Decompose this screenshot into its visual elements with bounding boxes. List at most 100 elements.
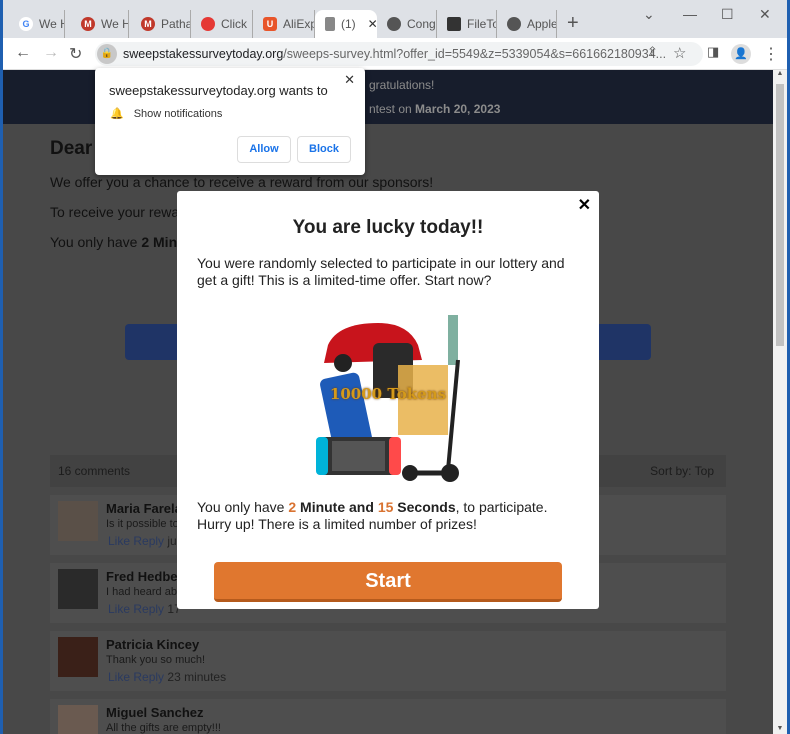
tab-label: AliExp	[283, 17, 315, 31]
back-arrow-icon[interactable]: ←	[15, 44, 31, 62]
aliexpress-icon: U	[263, 17, 277, 31]
comment-meta: Like Reply 23 minutes	[108, 670, 226, 684]
prompt-close-icon[interactable]: ✕	[344, 72, 355, 88]
url-bar[interactable]: 🔒 sweepstakessurveytoday.org/sweeps-surve…	[95, 42, 703, 66]
m-icon: M	[141, 17, 155, 31]
comment-author: Patricia Kincey	[106, 637, 200, 652]
bookmark-star-icon[interactable]: ☆	[673, 44, 686, 62]
reply-link[interactable]: Reply	[133, 670, 164, 684]
file-icon	[447, 17, 461, 31]
prompt-permission: 🔔 Show notifications	[110, 107, 222, 120]
tab-6-active[interactable]: (1) ✕	[315, 10, 377, 38]
avatar	[58, 637, 98, 677]
reply-link[interactable]: Reply	[133, 602, 164, 616]
comment-author: Maria Farela	[106, 501, 182, 516]
reply-link[interactable]: Reply	[133, 534, 164, 548]
new-tab-plus-icon[interactable]: +	[567, 12, 579, 35]
modal-close-icon[interactable]: ✕	[578, 195, 591, 215]
close-window-icon[interactable]: ✕	[759, 6, 771, 23]
scrollbar-thumb[interactable]	[776, 84, 784, 346]
bell-icon: 🔔	[110, 108, 124, 120]
tab-label: (1)	[341, 17, 356, 31]
sort-label: Sort by:	[650, 464, 692, 478]
tab-close-icon[interactable]: ✕	[368, 17, 377, 31]
prompt-title: sweepstakessurveytoday.org wants to	[109, 83, 328, 98]
header-congratulations: gratulations!	[369, 78, 435, 92]
tab-2[interactable]: M We H	[71, 10, 129, 38]
like-link[interactable]: Like	[108, 534, 130, 548]
forward-arrow-icon[interactable]: →	[43, 44, 59, 62]
avatar	[58, 705, 98, 734]
comments-count: 16 comments	[58, 464, 131, 478]
countdown-suffix: , to participate.	[455, 499, 548, 515]
tab-label: We H	[39, 17, 64, 31]
globe-icon	[387, 17, 401, 31]
sort-value: Top	[694, 464, 714, 478]
tab-label: Patha	[161, 17, 191, 31]
scrollbar[interactable]: ▲ ▼	[773, 70, 787, 734]
sort-control[interactable]: Sort by: Top	[650, 464, 714, 478]
comment-author: Fred Hedbe	[106, 569, 178, 584]
comment-text: I had heard ab	[106, 586, 177, 598]
scroll-down-icon[interactable]: ▼	[773, 725, 787, 732]
tab-3[interactable]: M Patha	[131, 10, 191, 38]
permission-label: Show notifications	[133, 108, 223, 120]
comment-text: Is it possible to	[106, 518, 179, 530]
tab-label: Apple	[527, 17, 557, 31]
allow-button[interactable]: Allow	[237, 136, 291, 163]
countdown-text: You only have 2 Minute and 15 Seconds, t…	[177, 499, 599, 533]
like-link[interactable]: Like	[108, 670, 130, 684]
comment-meta: Like Reply ju	[108, 534, 177, 548]
google-icon: G	[19, 17, 33, 31]
m-icon: M	[81, 17, 95, 31]
profile-avatar-icon[interactable]: 👤	[731, 44, 751, 64]
tab-7[interactable]: Cong	[377, 10, 437, 38]
address-toolbar: ← → ↻ 🔒 sweepstakessurveytoday.org/sweeps…	[3, 38, 787, 70]
scroll-up-icon[interactable]: ▲	[773, 70, 787, 77]
tokens-label: 10000 Tokens	[329, 385, 447, 403]
document-icon	[325, 17, 335, 31]
minimize-icon[interactable]: —	[683, 6, 697, 22]
tab-9[interactable]: Apple	[497, 10, 557, 38]
tab-label: FileTo	[467, 17, 497, 31]
maximize-icon[interactable]: ☐	[721, 6, 734, 23]
countdown-seconds-label: Seconds	[393, 499, 456, 515]
tab-1[interactable]: G We H	[9, 10, 65, 38]
url-path: /sweeps-survey.html?offer_id=5549&z=5339…	[283, 47, 667, 61]
comment-time: 23 minutes	[167, 670, 227, 684]
avatar	[58, 501, 98, 541]
block-button[interactable]: Block	[297, 136, 351, 163]
lock-icon[interactable]: 🔒	[97, 44, 117, 64]
notification-permission-prompt: ✕ sweepstakessurveytoday.org wants to 🔔 S…	[95, 68, 365, 175]
reload-icon[interactable]: ↻	[69, 44, 82, 64]
tab-8[interactable]: FileTo	[437, 10, 497, 38]
prize-image: 10000 Tokens	[298, 305, 478, 485]
avatar	[58, 569, 98, 609]
globe-icon	[507, 17, 521, 31]
countdown-minute-label: Minute and	[296, 499, 378, 515]
share-icon[interactable]: ⇪	[647, 44, 658, 60]
countdown-seconds: 15	[377, 499, 394, 515]
url-domain: sweepstakessurveytoday.org	[123, 47, 284, 61]
tab-4[interactable]: Click	[191, 10, 253, 38]
offer-text: We offer you a chance to receive a rewar…	[50, 174, 434, 190]
timer-prefix: You only have	[50, 234, 142, 250]
menu-dots-icon[interactable]: ⋮	[763, 44, 779, 64]
comment-item: Patricia Kincey Thank you so much! Like Re…	[50, 631, 726, 691]
modal-title: You are lucky today!!	[292, 217, 484, 238]
comment-time: ju	[167, 534, 177, 548]
start-button[interactable]: Start	[214, 562, 562, 602]
tab-5[interactable]: U AliExp	[253, 10, 315, 38]
like-link[interactable]: Like	[108, 602, 130, 616]
header-contest-text: ntest on	[369, 102, 416, 116]
side-panel-icon[interactable]: ◨	[707, 44, 719, 60]
red-circle-icon	[201, 17, 215, 31]
comment-item: Miguel Sanchez All the gifts are empty!!!	[50, 699, 726, 734]
comment-text: Thank you so much!	[106, 654, 206, 666]
tab-label: Cong	[407, 17, 436, 31]
tab-label: Click	[221, 17, 247, 31]
lottery-modal: ✕ You are lucky today!! You were randoml…	[177, 191, 599, 609]
tab-search-chevron-icon[interactable]: ⌄	[643, 6, 655, 23]
countdown-minutes: 2	[288, 499, 297, 515]
header-contest-line: ntest on March 20, 2023	[369, 102, 500, 116]
